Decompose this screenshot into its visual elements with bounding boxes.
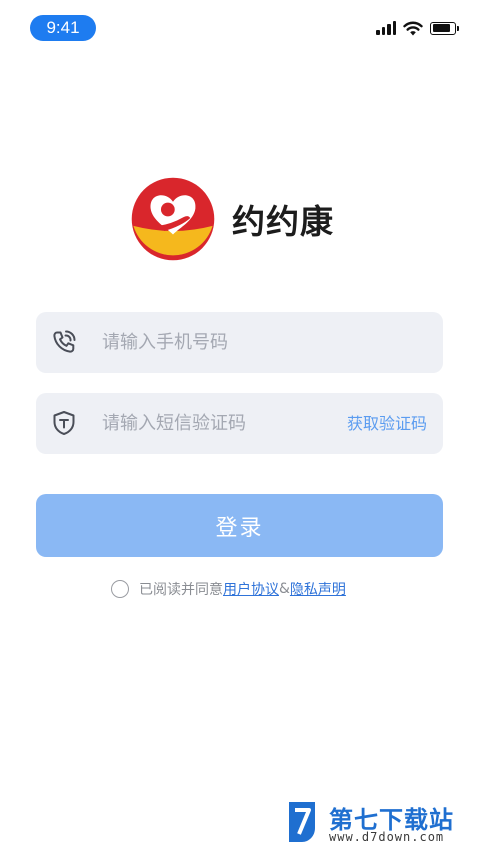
heart-hand-logo-icon [131, 177, 215, 261]
status-bar: 9:41 [0, 0, 478, 56]
app-logo: 约约康 [130, 174, 348, 264]
phone-icon [53, 330, 76, 353]
user-agreement-link[interactable]: 用户协议 [223, 579, 279, 599]
wifi-icon [403, 21, 423, 35]
sms-code-field: 获取验证码 [36, 393, 443, 454]
shield-icon [53, 411, 75, 435]
status-icons [376, 19, 459, 37]
watermark-url: www.d7down.com [329, 830, 445, 844]
agreement-connector: & [279, 581, 290, 597]
sms-code-input[interactable] [102, 393, 332, 454]
battery-icon [430, 21, 459, 35]
watermark-logo-icon [289, 802, 315, 842]
status-time: 9:41 [30, 15, 96, 41]
phone-field [36, 312, 443, 373]
app-name: 约约康 [232, 202, 334, 241]
get-code-button[interactable]: 获取验证码 [347, 393, 427, 454]
agreement-checkbox[interactable] [111, 580, 129, 598]
login-button[interactable]: 登录 [36, 494, 443, 557]
cellular-signal-icon [376, 21, 396, 35]
watermark: 第七下载站 www.d7down.com [285, 800, 475, 848]
agreement-prefix: 已阅读并同意 [139, 582, 223, 598]
privacy-statement-link[interactable]: 隐私声明 [290, 579, 346, 599]
phone-input[interactable] [102, 312, 332, 373]
agreement-row: 已阅读并同意 用户协议 & 隐私声明 [111, 579, 346, 599]
